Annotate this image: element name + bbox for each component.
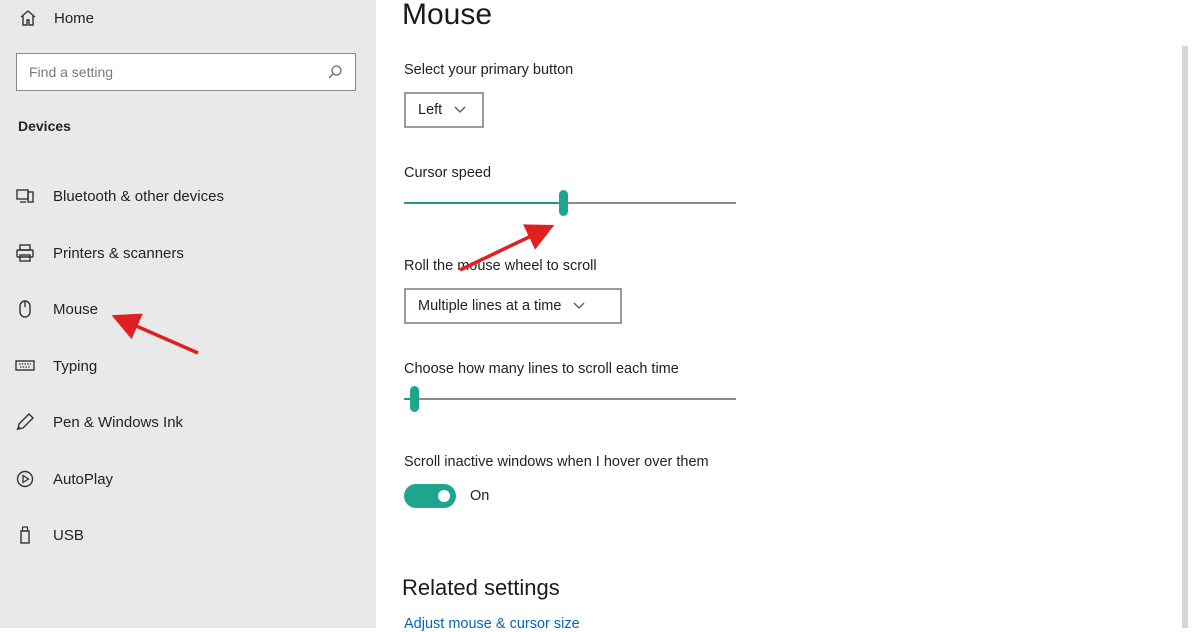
slider-thumb[interactable] <box>559 190 569 216</box>
sidebar-item-label: AutoPlay <box>53 470 114 488</box>
primary-button-value: Left <box>418 102 443 118</box>
sidebar-item-label: Printers & scanners <box>53 244 184 262</box>
toggle-state-text: On <box>470 488 490 504</box>
slider-track <box>404 398 736 400</box>
sidebar-item-typing[interactable]: Typing <box>14 352 97 380</box>
related-settings-title: Related settings <box>402 575 560 600</box>
sidebar-item-usb[interactable]: USB <box>14 521 84 549</box>
main-scrollbar[interactable] <box>1182 46 1188 628</box>
mouse-icon <box>14 298 36 320</box>
nav-home[interactable]: Home <box>18 6 94 30</box>
sidebar-item-label: Pen & Windows Ink <box>53 413 184 431</box>
primary-button-label: Select your primary button <box>404 62 574 78</box>
bluetooth-devices-icon <box>14 185 36 207</box>
chevron-down-icon <box>573 302 585 310</box>
settings-sidebar: Home Devices Bluetooth & other devices P… <box>0 0 376 628</box>
sidebar-item-autoplay[interactable]: AutoPlay <box>14 465 113 493</box>
search-icon[interactable] <box>325 62 345 82</box>
slider-thumb[interactable] <box>409 386 419 412</box>
home-label: Home <box>54 9 95 27</box>
primary-button-dropdown[interactable]: Left <box>404 92 484 128</box>
cursor-speed-slider[interactable] <box>404 188 736 218</box>
inactive-scroll-toggle[interactable] <box>404 484 456 508</box>
slider-fill <box>404 202 564 204</box>
home-icon <box>18 8 38 28</box>
scroll-wheel-label: Roll the mouse wheel to scroll <box>404 258 597 274</box>
sidebar-item-label: Bluetooth & other devices <box>53 187 224 205</box>
inactive-scroll-label: Scroll inactive windows when I hover ove… <box>404 454 709 470</box>
mouse-settings-panel: Mouse Select your primary button Left Cu… <box>376 0 1196 632</box>
autoplay-icon <box>14 468 36 490</box>
lines-to-scroll-label: Choose how many lines to scroll each tim… <box>404 361 679 377</box>
search-input[interactable] <box>17 54 325 90</box>
sidebar-item-label: Typing <box>53 357 98 375</box>
pen-icon <box>14 411 36 433</box>
adjust-mouse-cursor-link[interactable]: Adjust mouse & cursor size <box>404 616 580 632</box>
search-box[interactable] <box>16 53 356 91</box>
sidebar-item-pen[interactable]: Pen & Windows Ink <box>14 408 183 436</box>
toggle-knob <box>438 490 450 502</box>
usb-icon <box>14 524 36 546</box>
inactive-scroll-row: On <box>404 484 489 508</box>
section-title-devices: Devices <box>18 118 71 134</box>
chevron-down-icon <box>454 106 466 114</box>
sidebar-item-printers[interactable]: Printers & scanners <box>14 239 184 267</box>
sidebar-item-mouse[interactable]: Mouse <box>14 295 98 323</box>
cursor-speed-label: Cursor speed <box>404 165 492 181</box>
sidebar-item-label: Mouse <box>53 300 99 318</box>
lines-to-scroll-slider[interactable] <box>404 384 736 414</box>
scroll-wheel-dropdown[interactable]: Multiple lines at a time <box>404 288 622 324</box>
sidebar-item-bluetooth[interactable]: Bluetooth & other devices <box>14 182 224 210</box>
sidebar-item-label: USB <box>53 526 84 544</box>
keyboard-icon <box>14 355 36 377</box>
page-title: Mouse <box>402 0 493 31</box>
scroll-wheel-value: Multiple lines at a time <box>418 298 562 314</box>
printer-icon <box>14 242 36 264</box>
